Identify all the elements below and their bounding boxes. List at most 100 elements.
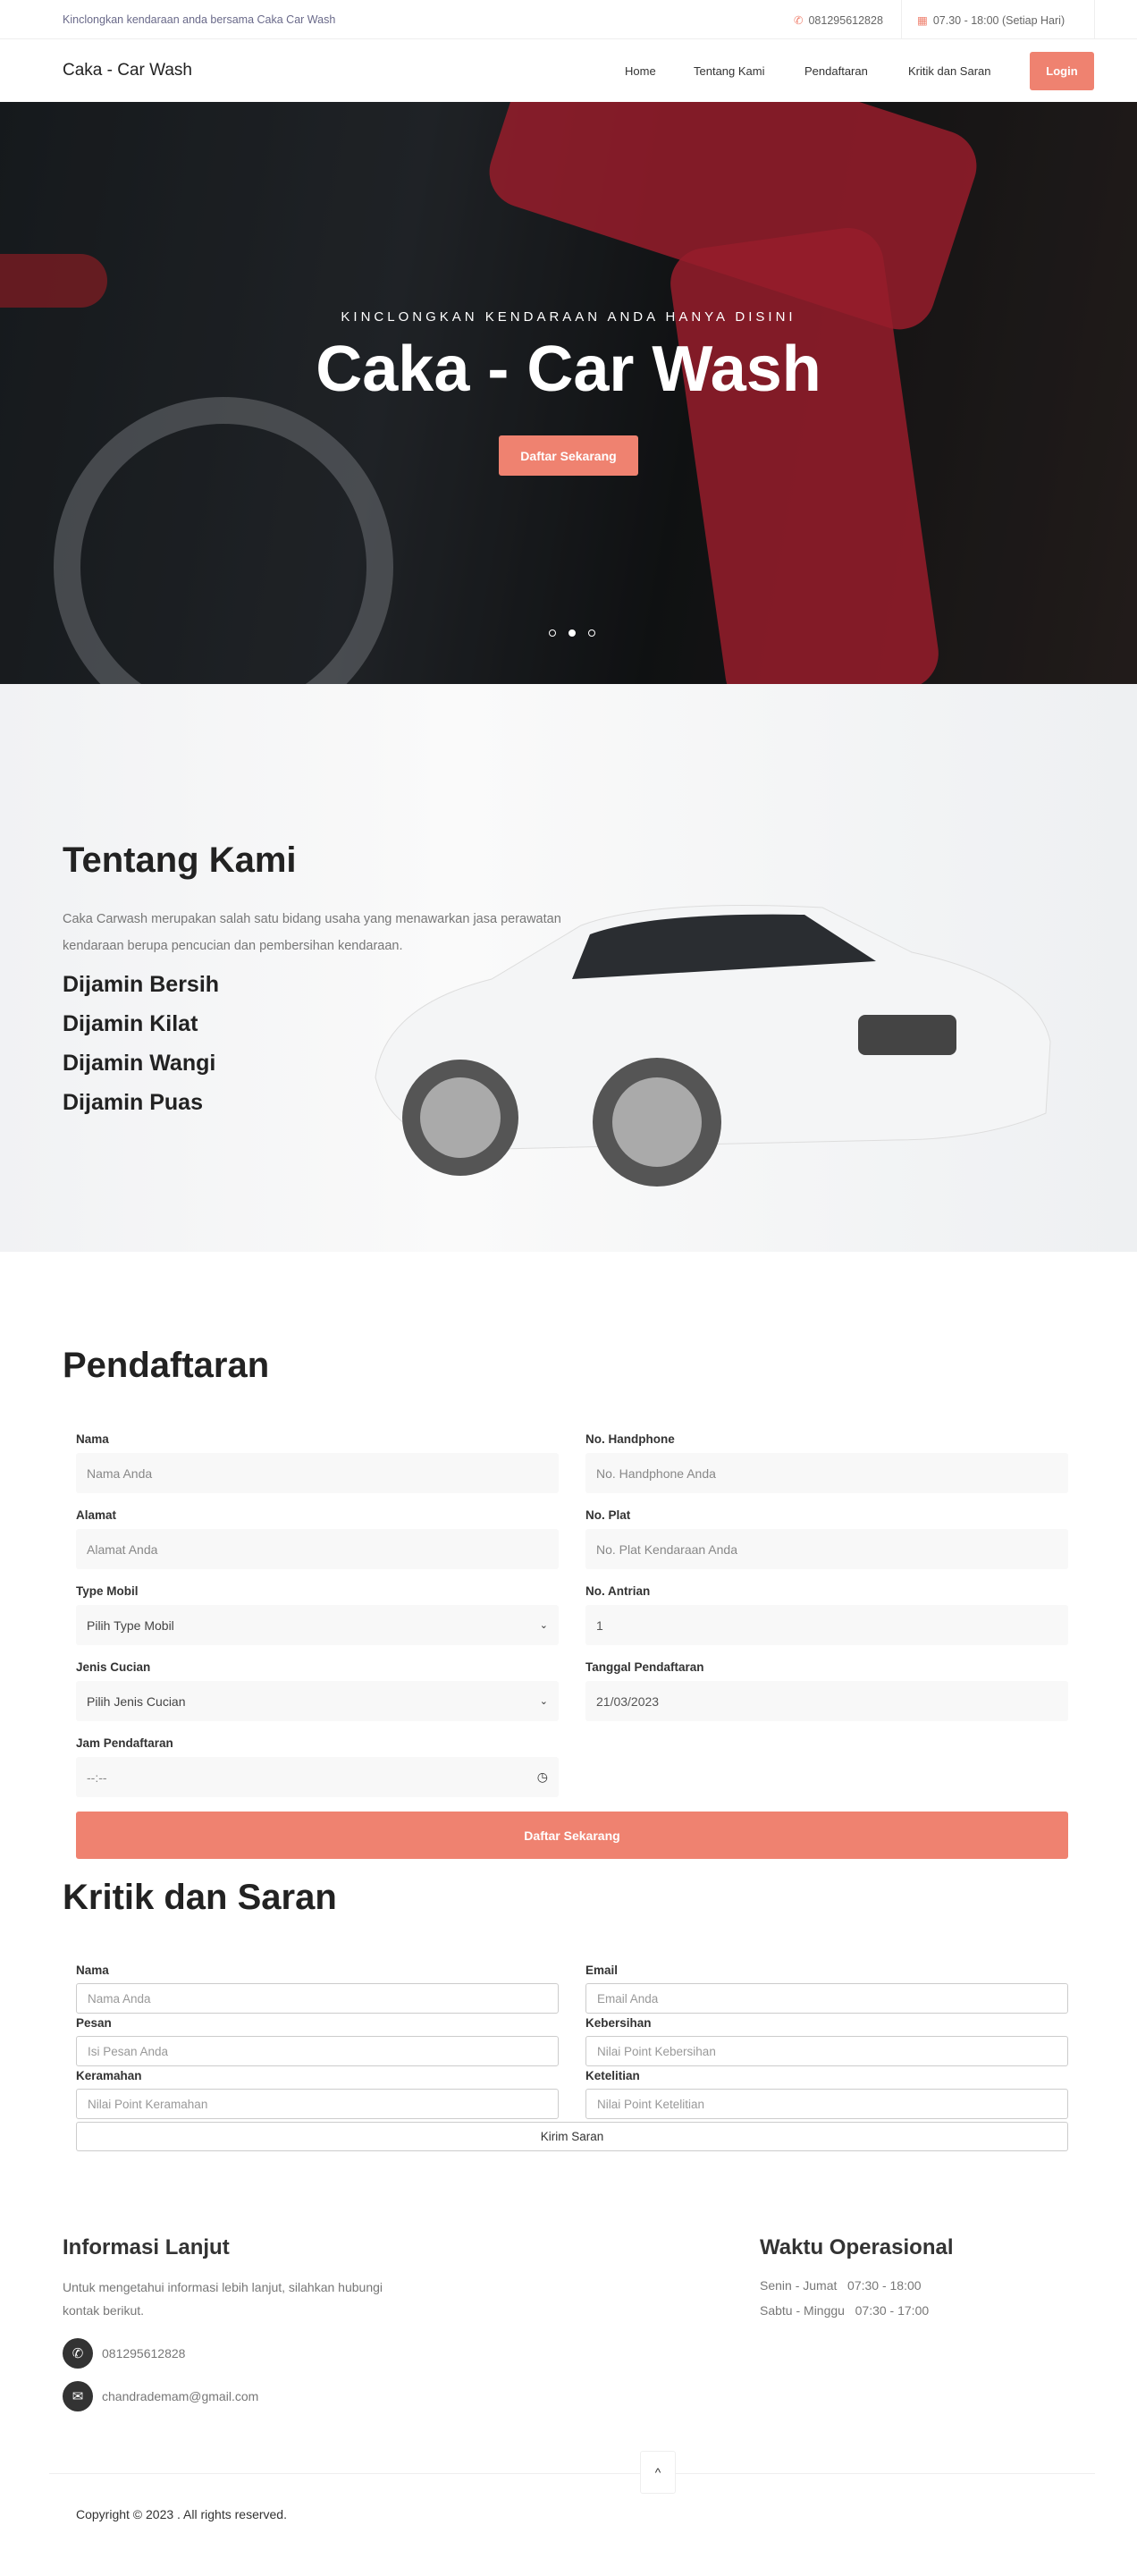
field-label: No. Antrian (585, 1584, 651, 1598)
input-field[interactable]: Isi Pesan Anda (76, 2036, 559, 2066)
field-label: Type Mobil (76, 1584, 139, 1598)
input-field[interactable]: 21/03/2023 (585, 1681, 1068, 1721)
hero-title: Caka - Car Wash (316, 334, 821, 405)
brand-logo[interactable]: Caka - Car Wash (63, 61, 192, 80)
footer-divider (49, 2473, 1095, 2474)
hours-time: 07:30 - 18:00 (847, 2278, 922, 2293)
field-placeholder: Nilai Point Ketelitian (597, 2097, 705, 2111)
field-label: Jam Pendaftaran (76, 1736, 173, 1750)
field-label: No. Handphone (585, 1432, 675, 1446)
feature-item: Dijamin Wangi (63, 1051, 216, 1076)
register-submit-button[interactable]: Daftar Sekarang (76, 1812, 1068, 1859)
nav-pendaftaran[interactable]: Pendaftaran (804, 64, 868, 78)
hero-carousel: KINCLONGKAN KENDARAAN ANDA HANYA DISINI … (0, 102, 1137, 684)
hours-days: Sabtu - Minggu (760, 2303, 845, 2318)
field-label: Keramahan (76, 2069, 142, 2082)
login-button[interactable]: Login (1030, 52, 1094, 90)
hours-title: Waktu Operasional (760, 2235, 954, 2259)
field-label: No. Plat (585, 1508, 631, 1522)
carousel-dot-3[interactable] (588, 629, 595, 637)
chevron-up-icon: ^ (654, 2465, 661, 2479)
field-label: Alamat (76, 1508, 117, 1522)
send-feedback-button[interactable]: Kirim Saran (76, 2122, 1068, 2151)
input-field[interactable]: Nilai Point Keramahan (76, 2089, 559, 2119)
nav-kritik-saran[interactable]: Kritik dan Saran (908, 64, 991, 78)
info-text: Untuk mengetahui informasi lebih lanjut,… (63, 2280, 383, 2318)
field-label: Pesan (76, 2016, 112, 2030)
field-label: Nama (76, 1964, 109, 1977)
feature-item: Dijamin Puas (63, 1090, 203, 1115)
feature-item: Dijamin Kilat (63, 1011, 198, 1036)
phone-icon: ✆ (63, 2338, 93, 2369)
field-value: 1 (596, 1617, 603, 1633)
select-field[interactable]: Pilih Type Mobil ⌄ (76, 1605, 559, 1645)
phone-text: 081295612828 (808, 14, 883, 27)
chevron-down-icon: ⌄ (539, 1696, 548, 1707)
topbar-hours: ▦ 07.30 - 18:00 (Setiap Hari) (917, 13, 1065, 27)
about-title: Tentang Kami (63, 840, 297, 880)
field-placeholder: Isi Pesan Anda (88, 2044, 169, 2058)
field-value: --:-- (87, 1769, 107, 1785)
field-value: Pilih Type Mobil (87, 1617, 174, 1633)
topbar-phone: ✆ 081295612828 (794, 13, 883, 27)
input-field[interactable]: Nilai Point Kebersihan (585, 2036, 1068, 2066)
input-field[interactable]: Nama Anda (76, 1453, 559, 1493)
hours-days: Senin - Jumat (760, 2278, 838, 2293)
navbar: Caka - Car Wash Home Tentang Kami Pendaf… (0, 39, 1137, 102)
top-bar: Kinclongkan kendaraan anda bersama Caka … (0, 0, 1137, 39)
field-label: Ketelitian (585, 2069, 640, 2082)
select-field[interactable]: Pilih Jenis Cucian ⌄ (76, 1681, 559, 1721)
info-title: Informasi Lanjut (63, 2235, 230, 2259)
hours-row: Senin - Jumat 07:30 - 18:00 (760, 2278, 922, 2293)
input-field[interactable]: Alamat Anda (76, 1529, 559, 1569)
field-value: Pilih Jenis Cucian (87, 1693, 186, 1709)
input-field[interactable]: Nama Anda (76, 1983, 559, 2014)
hours-row: Sabtu - Minggu 07:30 - 17:00 (760, 2303, 929, 2318)
field-value: 21/03/2023 (596, 1693, 660, 1709)
back-to-top-button[interactable]: ^ (640, 2451, 676, 2494)
footer-phone[interactable]: 081295612828 (102, 2346, 185, 2361)
input-field[interactable]: --:-- ◷ (76, 1757, 559, 1797)
feature-item: Dijamin Bersih (63, 972, 220, 997)
footer-email[interactable]: chandrademam@gmail.com (102, 2389, 258, 2403)
carousel-dot-1[interactable] (549, 629, 556, 637)
email-icon: ✉ (63, 2381, 93, 2411)
input-field[interactable]: Email Anda (585, 1983, 1068, 2014)
input-field[interactable]: Nilai Point Ketelitian (585, 2089, 1068, 2119)
field-label: Kebersihan (585, 2016, 652, 2030)
calendar-icon: ▦ (917, 14, 928, 27)
input-field[interactable]: No. Handphone Anda (585, 1453, 1068, 1493)
field-value: No. Plat Kendaraan Anda (596, 1541, 738, 1557)
hero-subtitle: KINCLONGKAN KENDARAAN ANDA HANYA DISINI (341, 309, 796, 325)
field-label: Email (585, 1964, 619, 1977)
feedback-title: Kritik dan Saran (63, 1878, 337, 1917)
field-placeholder: Nilai Point Kebersihan (597, 2044, 716, 2058)
field-value: Nama Anda (87, 1465, 153, 1481)
about-section: Tentang Kami Caka Carwash merupakan sala… (0, 684, 1137, 1252)
about-text: Caka Carwash merupakan salah satu bidang… (63, 912, 561, 953)
field-value: Alamat Anda (87, 1541, 158, 1557)
nav-home[interactable]: Home (625, 64, 656, 78)
field-label: Nama (76, 1432, 109, 1446)
carousel-dot-2[interactable] (568, 629, 576, 637)
hours-time: 07:30 - 17:00 (855, 2303, 930, 2318)
field-placeholder: Nilai Point Keramahan (88, 2097, 208, 2111)
chevron-down-icon: ⌄ (539, 1620, 548, 1631)
input-field[interactable]: 1 (585, 1605, 1068, 1645)
tagline: Kinclongkan kendaraan anda bersama Caka … (63, 13, 336, 26)
phone-icon: ✆ (794, 14, 804, 27)
field-placeholder: Nama Anda (88, 1991, 151, 2006)
field-label: Tanggal Pendaftaran (585, 1660, 704, 1674)
field-label: Jenis Cucian (76, 1660, 151, 1674)
copyright: Copyright © 2023 . All rights reserved. (76, 2507, 287, 2521)
field-value: No. Handphone Anda (596, 1465, 716, 1481)
clock-icon[interactable]: ◷ (537, 1769, 548, 1785)
hours-text: 07.30 - 18:00 (Setiap Hari) (932, 14, 1065, 27)
divider (1094, 0, 1095, 39)
nav-tentang-kami[interactable]: Tentang Kami (694, 64, 765, 78)
divider (901, 0, 902, 39)
input-field[interactable]: No. Plat Kendaraan Anda (585, 1529, 1068, 1569)
registration-title: Pendaftaran (63, 1346, 270, 1385)
field-placeholder: Email Anda (597, 1991, 659, 2006)
hero-register-button[interactable]: Daftar Sekarang (499, 435, 638, 476)
